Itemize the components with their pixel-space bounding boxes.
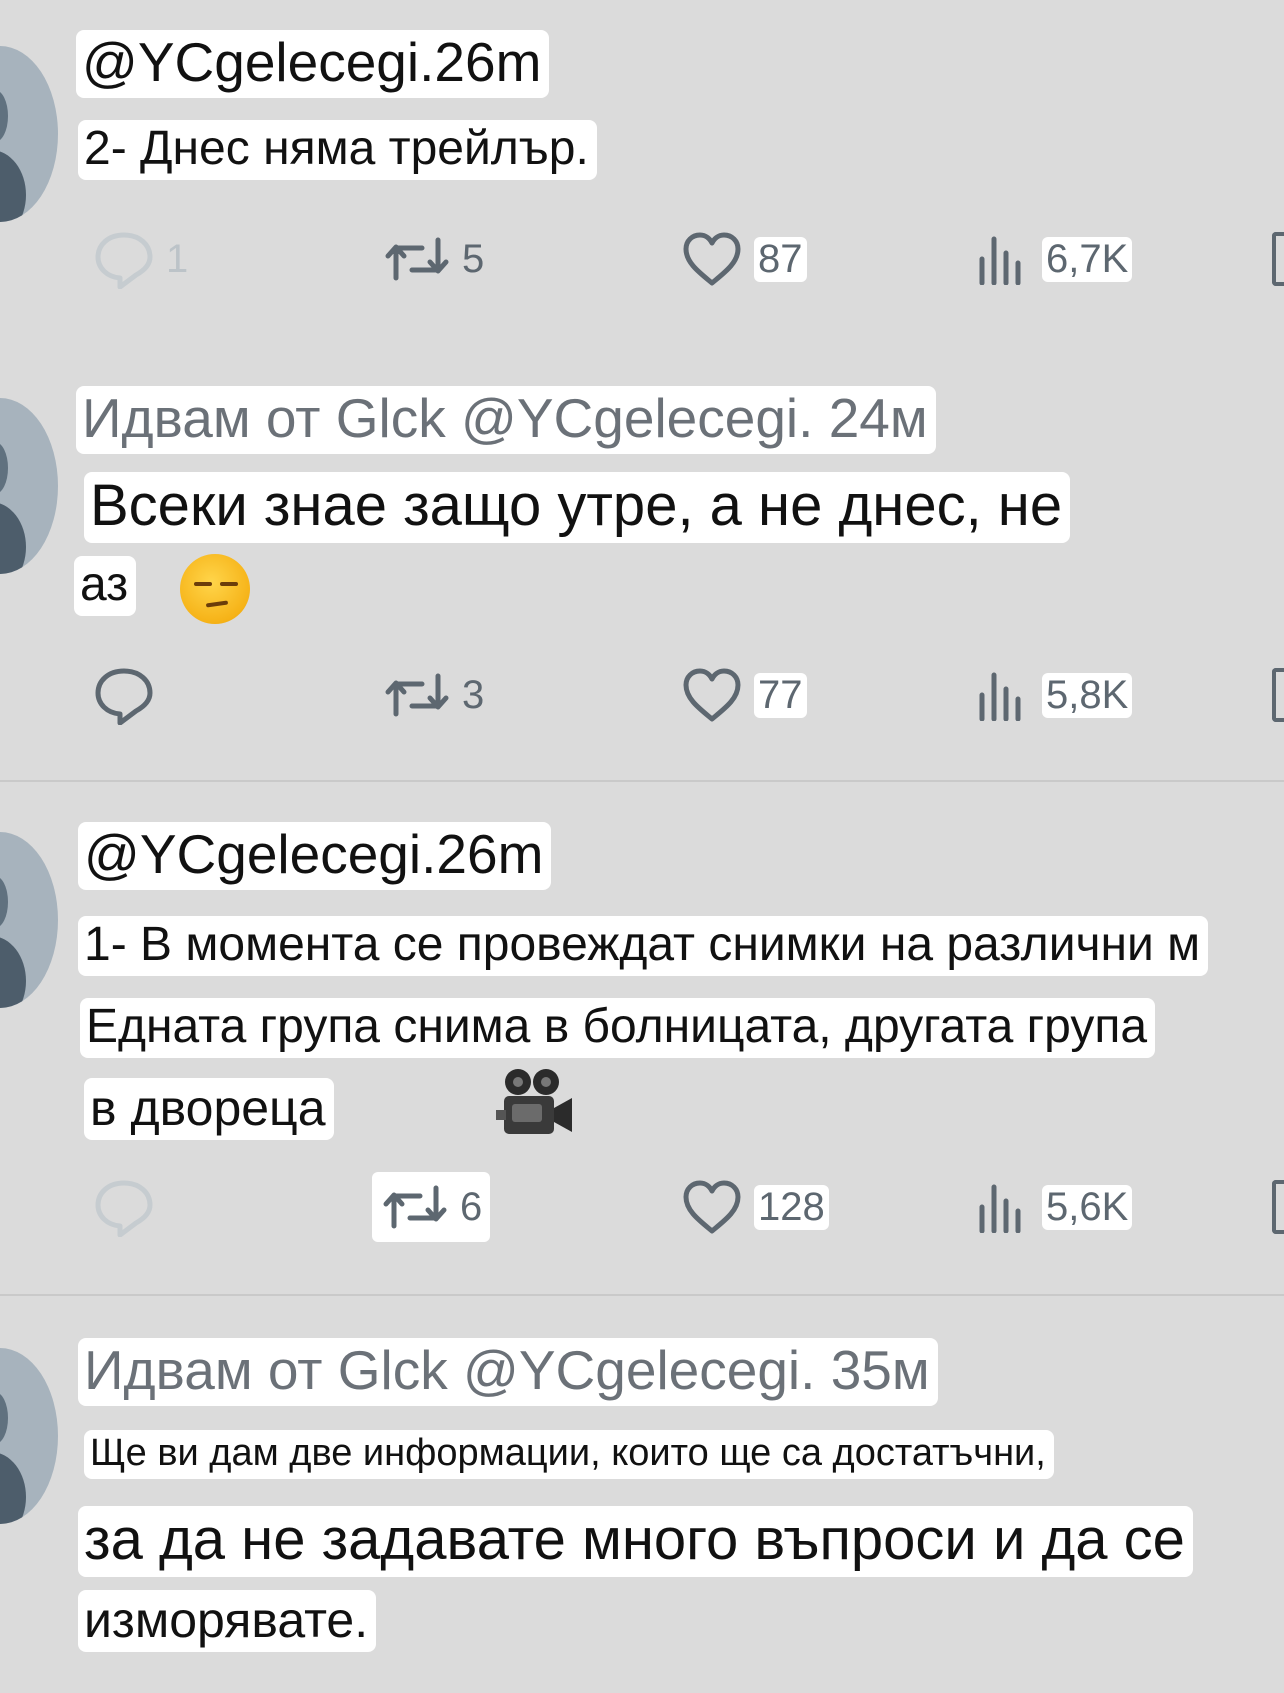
tweet-text-line: в двореца <box>84 1078 334 1140</box>
reply-icon <box>92 229 156 289</box>
views-count: 5,8K <box>1042 672 1133 718</box>
retweet-count: 6 <box>460 1184 483 1229</box>
bookmark-icon[interactable] <box>1272 232 1284 286</box>
retweet-button[interactable]: 5 <box>382 224 484 294</box>
like-button[interactable]: 128 <box>680 1172 829 1242</box>
like-count: 77 <box>754 672 807 718</box>
reply-button[interactable]: 1 <box>92 224 188 294</box>
like-icon <box>680 231 744 287</box>
unamused-face-icon <box>180 554 250 624</box>
like-count: 128 <box>754 1184 829 1230</box>
retweet-icon <box>382 670 452 720</box>
retweet-icon <box>382 234 452 284</box>
retweet-count: 3 <box>462 672 485 717</box>
bookmark-icon[interactable] <box>1272 1180 1284 1234</box>
like-button[interactable]: 77 <box>680 660 807 730</box>
views-count: 5,6K <box>1042 1184 1133 1230</box>
avatar[interactable] <box>0 398 58 574</box>
tweet-text-line: 1- В момента се провеждат снимки на разл… <box>78 916 1209 976</box>
tweet-header: Идвам от Glck @YCgelecegi. 24м <box>76 386 936 454</box>
tweet-header: @YCgelecegi.26m <box>76 30 550 98</box>
tweet-divider <box>0 780 1284 782</box>
tweet-actions: 3 77 5,8K <box>0 660 1284 730</box>
views-count: 6,7K <box>1042 236 1133 282</box>
like-count: 87 <box>754 236 807 282</box>
retweet-count: 5 <box>462 236 485 281</box>
like-button[interactable]: 87 <box>680 224 807 294</box>
reply-button[interactable] <box>92 1172 166 1242</box>
reply-icon <box>92 665 156 725</box>
tweet-actions: 6 128 5,6K <box>0 1172 1284 1242</box>
bookmark-icon[interactable] <box>1272 668 1284 722</box>
like-icon <box>680 1179 744 1235</box>
tweet-text-line: за да не задавате много въпроси и да се <box>78 1506 1193 1577</box>
tweet-text-line: Едната група снима в болницата, другата … <box>80 998 1156 1058</box>
tweet-header: @YCgelecegi.26m <box>78 822 552 890</box>
views-icon <box>976 1181 1032 1233</box>
tweet-divider <box>0 1294 1284 1296</box>
tweet-text-line: Всеки знае защо утре, а не днес, не <box>84 472 1071 543</box>
avatar[interactable] <box>0 832 58 1008</box>
avatar[interactable] <box>0 1348 58 1524</box>
reply-count: 1 <box>166 236 189 281</box>
tweet-text-line: Ще ви дам две информации, които ще са до… <box>84 1430 1054 1479</box>
tweet-text-line: изморявате. <box>78 1590 377 1652</box>
retweet-icon <box>380 1182 450 1232</box>
tweet-text-line: аз <box>74 556 137 616</box>
avatar[interactable] <box>0 46 58 222</box>
views-icon <box>976 233 1032 285</box>
retweet-button[interactable]: 6 <box>372 1172 491 1242</box>
tweet-header: Идвам от Glck @YCgelecegi. 35м <box>78 1338 938 1406</box>
like-icon <box>680 667 744 723</box>
views-button[interactable]: 5,6K <box>976 1172 1133 1242</box>
views-icon <box>976 669 1032 721</box>
views-button[interactable]: 5,8K <box>976 660 1133 730</box>
retweet-button[interactable]: 3 <box>382 660 484 730</box>
views-button[interactable]: 6,7K <box>976 224 1133 294</box>
reply-icon <box>92 1177 156 1237</box>
tweet-text-line: 2- Днес няма трейлър. <box>78 120 597 180</box>
movie-camera-icon <box>496 1066 576 1142</box>
tweet-actions: 1 5 87 6,7K <box>0 224 1284 294</box>
reply-button[interactable] <box>92 660 166 730</box>
